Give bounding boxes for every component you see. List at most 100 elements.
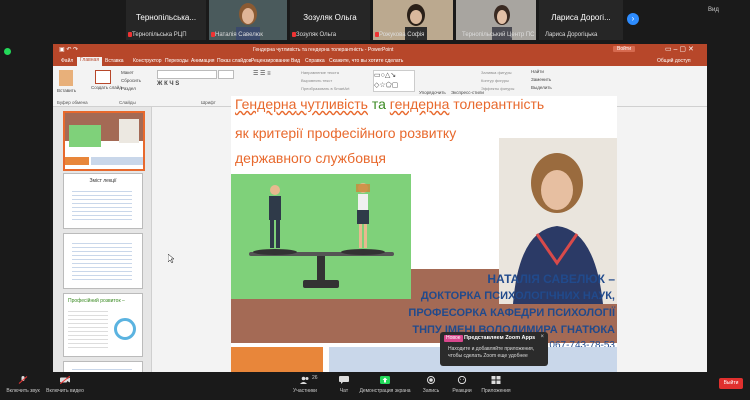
sign-in-button[interactable]: Войти (613, 46, 635, 52)
window-controls[interactable]: ▭ – ▢ ✕ (665, 45, 694, 53)
slide-thumbnail[interactable]: 3 (63, 233, 143, 289)
list-buttons[interactable]: ☰ ☰ ≡ (253, 70, 271, 77)
styles-button[interactable]: Экспресс-стили (451, 90, 484, 95)
align-text[interactable]: Выровнять текст (301, 78, 332, 83)
video-gallery: Тернопільська... Тернопільська РЦП Натал… (0, 0, 750, 40)
reactions-button[interactable]: Реакции (448, 372, 476, 400)
emoji-icon (457, 376, 467, 384)
arrange-button[interactable]: Упорядочить (419, 90, 446, 95)
mic-off-icon (18, 376, 28, 384)
save-icon[interactable]: ▣ ↶ ↷ (59, 46, 78, 53)
reactions-label: Реакции (452, 388, 472, 394)
font-size-select[interactable] (218, 70, 234, 79)
slide-orange-box (231, 347, 323, 372)
tab-help[interactable]: Справка (305, 58, 325, 64)
next-page-button[interactable]: › (627, 13, 639, 25)
share-screen-button[interactable]: Демонстрация экрана (358, 372, 412, 400)
participant-video-tile[interactable]: Рожукова Софія (373, 0, 453, 40)
tell-me-input[interactable]: Скажите, что вы хотите сделать (329, 58, 403, 64)
layout-button[interactable]: Макет (121, 70, 134, 75)
zoom-apps-popup[interactable]: Новое Представляем Zoom Apps × Находите … (440, 332, 548, 366)
participants-button[interactable]: 26 Участники (288, 372, 322, 400)
new-slide-button[interactable]: Создать слайд (91, 85, 122, 90)
tab-slideshow[interactable]: Показ слайдов (217, 58, 251, 64)
record-icon (427, 376, 435, 384)
new-badge: Новое (444, 335, 463, 342)
convert-smartart[interactable]: Преобразовать в SmartArt (301, 86, 350, 91)
bold-italic-underline[interactable]: Ж К Ч S (157, 81, 179, 87)
reset-button[interactable]: Сбросить (121, 78, 141, 83)
slide-subtitle-line-3: державного службовця (235, 150, 387, 166)
tab-file[interactable]: Файл (61, 58, 73, 64)
ribbon-tabs: Файл Главная Вставка Конструктор Переход… (53, 56, 707, 66)
slide-thumbnail[interactable]: 5 (63, 361, 143, 372)
view-button[interactable]: Вид (708, 7, 719, 13)
meeting-toolbar: Включить звук Включить видео 26 Участник… (0, 372, 750, 400)
start-video-button[interactable]: Включить видео (44, 372, 86, 400)
group-font: Шрифт (201, 100, 216, 105)
group-clipboard: Буфер обмена (57, 100, 88, 105)
select-button[interactable]: Выделить (531, 85, 552, 90)
slide-thumbnails-pane[interactable]: 1 2 Зміст лекції 3 4 Професійний розвито… (53, 107, 152, 372)
window-title: Гендерна чутливість та гендерна толерант… (253, 47, 394, 53)
shape-outline[interactable]: Контур фигуры (481, 78, 509, 83)
font-family-select[interactable] (157, 70, 217, 79)
paste-button[interactable]: Вставить (57, 88, 76, 93)
chat-label: Чат (339, 388, 349, 394)
slide-thumbnail[interactable]: 4 Професійний розвиток – (63, 293, 143, 357)
share-screen-icon (380, 376, 390, 384)
title-word-1: Гендерна (235, 96, 297, 112)
participant-video-tile[interactable]: Наталія Савелюк (209, 0, 287, 40)
tab-view[interactable]: Вид (291, 58, 300, 64)
find-button[interactable]: Найти (531, 69, 544, 74)
participant-name: Лариса Дорогіцька (545, 32, 598, 38)
slide-thumbnail[interactable]: 1 (63, 111, 145, 171)
slide-thumbnail[interactable]: 2 Зміст лекції (63, 173, 143, 229)
slide-canvas[interactable]: Гендерна чутливість та гендерна толерант… (231, 96, 617, 372)
speaker-name: НАТАЛІЯ САВЕЛЮК – (487, 272, 615, 286)
group-slides: Слайды (119, 100, 136, 105)
tab-design[interactable]: Конструктор (133, 58, 162, 64)
section-button[interactable]: Раздел (121, 86, 136, 91)
participant-tile[interactable]: Зозуляк Ольга Зозуляк Ольга (290, 0, 370, 40)
new-slide-icon[interactable] (95, 70, 111, 84)
replace-button[interactable]: Заменить (531, 77, 551, 82)
leave-button[interactable]: Выйти (719, 378, 743, 389)
record-button[interactable]: Запись (418, 372, 444, 400)
tab-home[interactable]: Главная (77, 57, 103, 66)
shapes-gallery[interactable]: ▭○△↘ ◇☆⬠▢ (373, 70, 415, 92)
tab-animations[interactable]: Анимация (191, 58, 214, 64)
participant-name: Рожукова Софія (379, 32, 425, 38)
title-word-2: чутливість (296, 96, 368, 112)
close-icon[interactable]: × (540, 334, 544, 340)
participant-big-name: Тернопільська... (135, 13, 197, 22)
tab-insert[interactable]: Вставка (105, 58, 124, 64)
unmute-button[interactable]: Включить звук (4, 372, 42, 400)
thumb-title: Професійний розвиток – (68, 298, 125, 304)
tab-review[interactable]: Рецензирование (251, 58, 290, 64)
participant-video-tile[interactable]: Тернопільський Центр ПС (456, 0, 536, 40)
share-button[interactable]: Общий доступ (657, 58, 691, 64)
apps-button[interactable]: Приложения (478, 372, 514, 400)
paste-icon[interactable] (59, 70, 73, 86)
participant-name: Тернопільська РЦП (132, 32, 187, 38)
shield-icon[interactable] (4, 48, 11, 55)
shape-effects[interactable]: Эффекты фигуры (481, 86, 514, 91)
tab-transitions[interactable]: Переходы (165, 58, 188, 64)
mouse-cursor-icon (168, 254, 174, 263)
participant-big-name: Лариса Дорогі... (551, 13, 611, 22)
gender-scale-illustration (231, 174, 411, 299)
title-word-3: та (367, 96, 390, 112)
participant-name: Тернопільський Центр ПС (462, 32, 535, 38)
participant-tile[interactable]: Тернопільська... Тернопільська РЦП (126, 0, 206, 40)
chat-button[interactable]: Чат (332, 372, 356, 400)
participant-name: Наталія Савелюк (215, 32, 263, 38)
title-word-5: толерантність (449, 96, 545, 112)
thumb-title: Зміст лекції (89, 178, 117, 184)
scale-figures-icon (249, 183, 394, 288)
popup-description: Находите и добавляйте приложения, чтобы … (448, 346, 535, 359)
text-direction[interactable]: Направление текста (301, 70, 339, 75)
shape-fill[interactable]: Заливка фигуры (481, 70, 512, 75)
participant-tile[interactable]: Лариса Дорогі... Лариса Дорогіцька (539, 0, 623, 40)
chat-icon (339, 376, 349, 384)
